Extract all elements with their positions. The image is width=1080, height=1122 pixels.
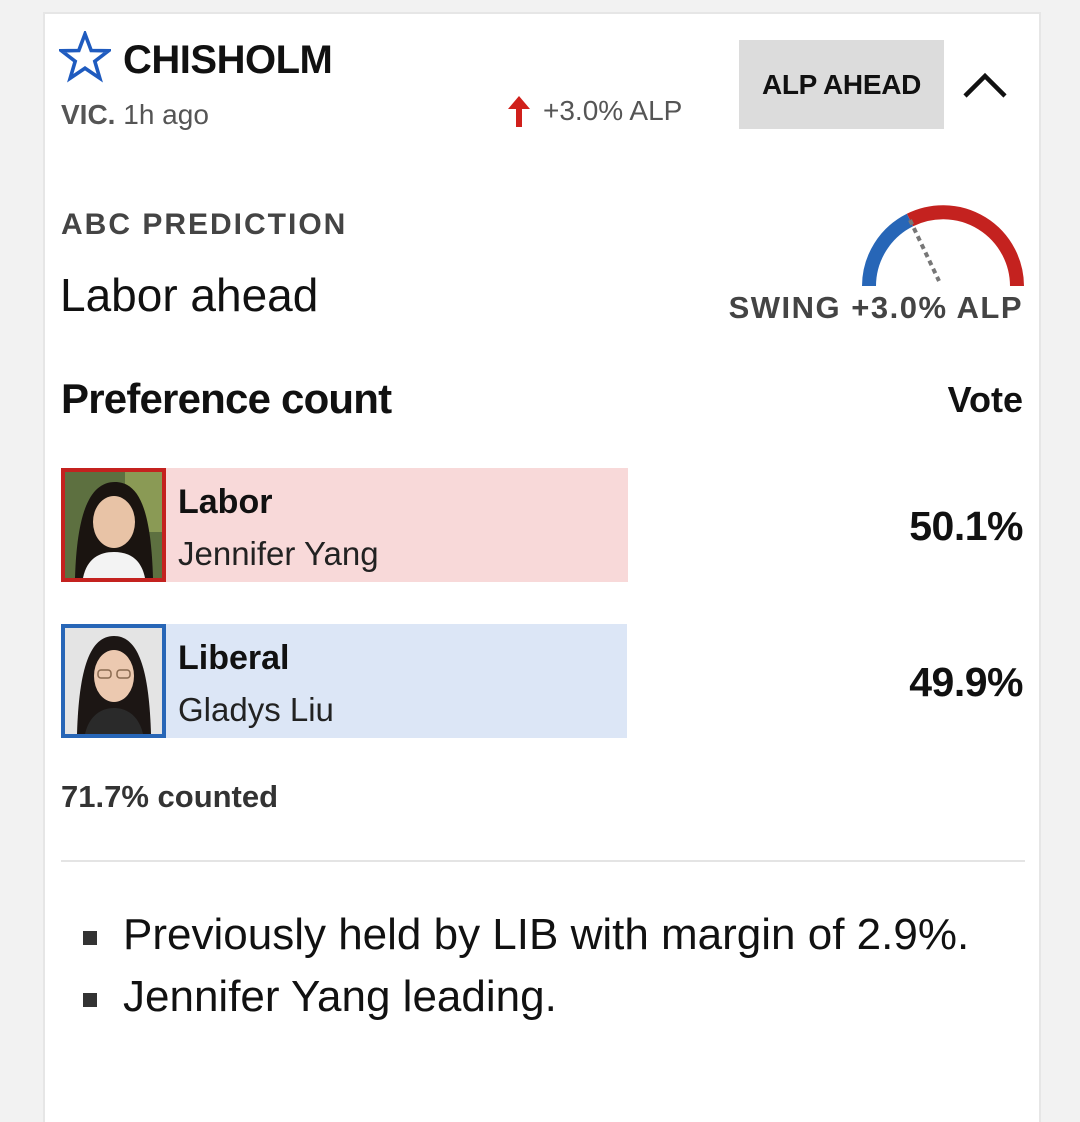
bullet-icon (83, 993, 97, 1007)
star-icon[interactable] (59, 31, 111, 83)
counted-label: 71.7% counted (61, 779, 279, 814)
seat-meta: VIC. 1h ago (61, 98, 209, 132)
preference-count-title: Preference count (61, 375, 392, 422)
avatar (65, 472, 162, 578)
bullet-icon (83, 931, 97, 945)
swing-summary: +3.0% ALP (507, 94, 682, 128)
list-item: Jennifer Yang leading. (83, 966, 983, 1028)
candidate-name: Gladys Liu (178, 691, 334, 728)
note-text: Previously held by LIB with margin of 2.… (123, 910, 970, 959)
prediction-label: ABC PREDICTION (61, 208, 348, 241)
list-item: Previously held by LIB with margin of 2.… (83, 904, 983, 966)
updated-time: 1h ago (123, 99, 209, 130)
swing-summary-text: +3.0% ALP (543, 95, 683, 126)
gauge-needle (908, 219, 941, 282)
note-text: Jennifer Yang leading. (123, 972, 557, 1021)
status-button[interactable]: ALP AHEAD (739, 40, 944, 129)
candidate-name: Jennifer Yang (178, 535, 379, 572)
notes-list: Previously held by LIB with margin of 2.… (83, 904, 983, 1028)
swing-label: SWING +3.0% ALP (728, 290, 1023, 325)
arrow-up-icon (508, 96, 530, 127)
seat-name: CHISHOLM (123, 38, 333, 82)
prediction-value: Labor ahead (60, 269, 319, 321)
candidate-vote-labor: 50.1% (909, 503, 1023, 549)
electorate-card: CHISHOLM VIC. 1h ago +3.0% ALP ALP AHEAD… (43, 12, 1041, 1122)
divider (61, 860, 1025, 862)
candidate-row-labor: Labor Jennifer Yang (61, 468, 628, 582)
chevron-up-icon[interactable] (959, 64, 1011, 104)
candidate-vote-liberal: 49.9% (909, 659, 1023, 705)
state-label: VIC. (61, 99, 116, 130)
gauge-labor-arc (906, 205, 1024, 287)
candidate-row-liberal: Liberal Gladys Liu (61, 624, 627, 738)
vote-header: Vote (947, 379, 1023, 420)
candidate-party: Liberal (178, 639, 290, 677)
candidate-photo-jennifer-yang (61, 468, 166, 582)
candidate-photo-gladys-liu (61, 624, 166, 738)
gauge-liberal-arc (862, 213, 914, 287)
candidate-party: Labor (178, 483, 273, 521)
swing-gauge (862, 205, 1024, 287)
avatar (65, 628, 162, 734)
